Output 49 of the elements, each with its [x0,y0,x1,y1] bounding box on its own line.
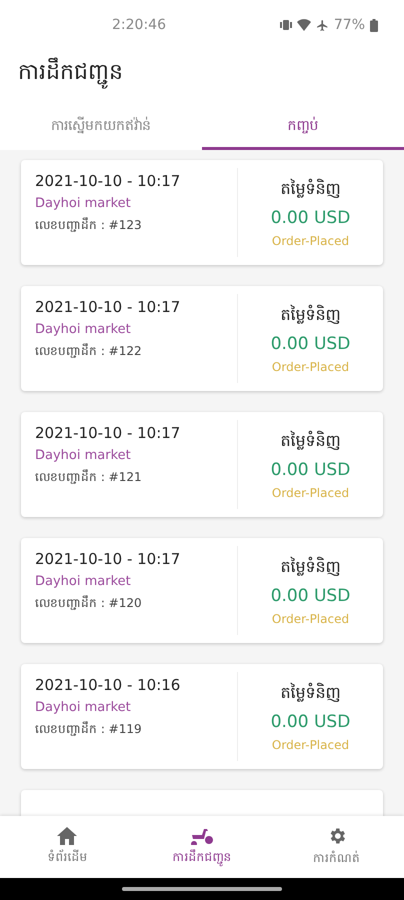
price-label: តម្លៃទំនិញ [280,682,340,704]
order-number: លេខបញ្ជាដឹក : #119 [35,721,143,738]
airplane-icon [316,18,329,32]
order-status: Order-Placed [272,486,350,500]
store-name: Dayhoi market [35,574,132,589]
price-label: តម្លៃទំនិញ [280,430,340,452]
battery-icon [370,18,378,32]
order-datetime: 2021-10-10 - 10:17 [35,298,182,316]
order-amount: 0.00 USD [270,460,350,480]
store-name: Dayhoi market [35,448,132,463]
order-amount: 0.00 USD [270,208,350,228]
order-card[interactable]: 2021-10-10 - 10:17 Dayhoi market លេខបញ្ជាដឹក : #121 តម្លៃទំនិញ 0.00 USD Order-Placed [21,412,383,517]
nav-item[interactable]: ទំព័រដើម [0,816,135,878]
order-status: Order-Placed [272,612,350,626]
store-name: Dayhoi market [35,700,132,715]
order-status: Order-Placed [272,738,350,752]
vibrate-icon [280,19,292,31]
home-icon [57,827,78,845]
price-label: តម្លៃទំនិញ [280,178,340,200]
order-amount: 0.00 USD [270,334,350,354]
order-card[interactable]: 2021-10-10 - 10:16 Dayhoi market លេខបញ្ជាដឹក : #119 តម្លៃទំនិញ 0.00 USD Order-Placed [21,664,383,769]
order-card[interactable]: 2021-10-10 - 10:17 Dayhoi market លេខបញ្ជាដឹក : #123 តម្លៃទំនិញ 0.00 USD Order-Placed [21,160,383,265]
order-number: លេខបញ្ជាដឹក : #120 [35,595,143,612]
nav-item[interactable]: ការកំណត់ [269,816,404,878]
order-datetime: 2021-10-10 - 10:16 [35,676,182,694]
order-datetime: 2021-10-10 - 10:17 [35,172,182,190]
order-amount: 0.00 USD [270,586,350,606]
page-title: ការដឹកជញ្ជូន [0,50,404,100]
scooter-icon [190,827,214,845]
tab[interactable]: ការស្នើមកយកឥវ៉ាន់ [0,106,202,150]
price-label: តម្លៃទំនិញ [280,304,340,326]
store-name: Dayhoi market [35,322,132,337]
store-name: Dayhoi market [35,196,132,211]
order-card[interactable]: 2021-10-10 - 10:17 Dayhoi market លេខបញ្ជាដឹក : #122 តម្លៃទំនិញ 0.00 USD Order-Placed [21,286,383,391]
order-amount: 0.00 USD [270,712,350,732]
order-datetime: 2021-10-10 - 10:17 [35,424,182,442]
order-datetime: 2021-10-10 - 10:17 [35,550,182,568]
wifi-icon [296,19,311,31]
status-time: 2:20:46 [112,17,166,33]
order-number: លេខបញ្ជាដឹក : #121 [35,469,143,486]
nav-item[interactable]: ការដឹកជញ្ជូន [134,816,270,878]
price-label: តម្លៃទំនិញ [280,556,340,578]
order-status: Order-Placed [272,234,350,248]
order-card[interactable]: 2021-10-10 - 10:17 Dayhoi market លេខបញ្ជាដឹក : #120 តម្លៃទំនិញ 0.00 USD Order-Placed [21,538,383,643]
order-number: លេខបញ្ជាដឹក : #123 [35,217,143,234]
order-status: Order-Placed [272,360,350,374]
battery-percent: 77% [334,17,365,33]
home-indicator[interactable] [122,887,282,891]
order-number: លេខបញ្ជាដឹក : #122 [35,343,143,360]
